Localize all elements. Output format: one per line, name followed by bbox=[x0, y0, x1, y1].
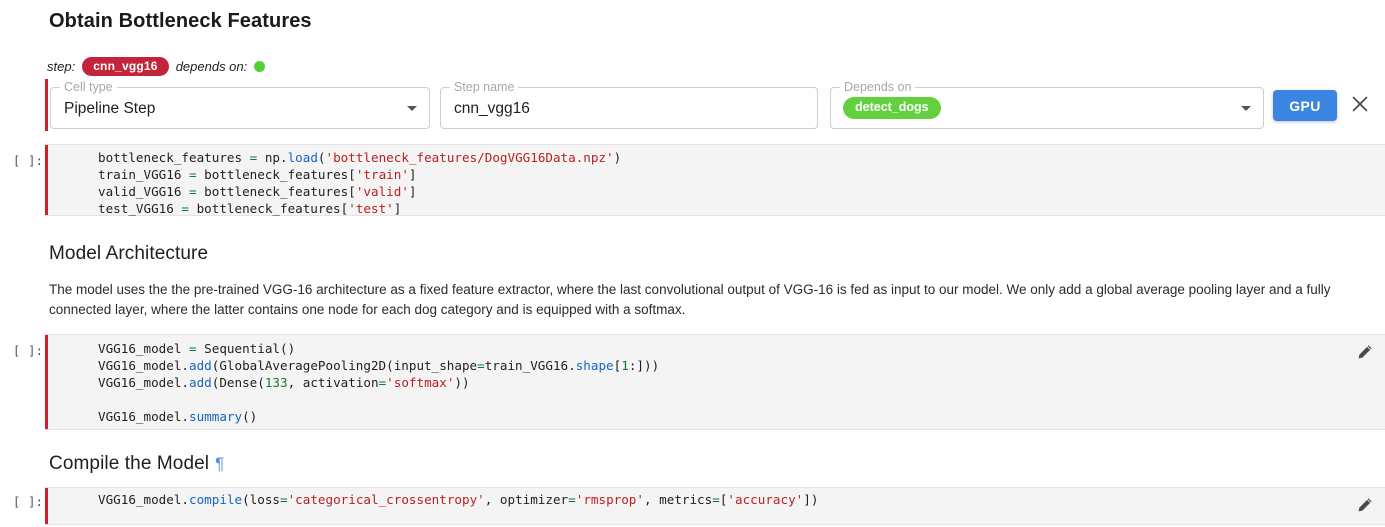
notebook-page: Obtain Bottleneck Features step: cnn_vgg… bbox=[0, 0, 1385, 527]
step-name-label: Step name bbox=[450, 80, 518, 94]
step-name-input[interactable]: Step name cnn_vgg16 bbox=[440, 87, 818, 129]
chevron-down-icon[interactable] bbox=[1241, 106, 1251, 111]
cell-prompt: [ ]: bbox=[3, 343, 43, 358]
step-label: step: bbox=[47, 59, 75, 74]
code-content[interactable]: bottleneck_features = np.load('bottlenec… bbox=[98, 149, 621, 217]
step-meta-row: step: cnn_vgg16 depends on: bbox=[47, 57, 265, 76]
depends-on-chip[interactable]: detect_dogs bbox=[843, 97, 941, 119]
step-name-value: cnn_vgg16 bbox=[454, 98, 530, 119]
code-line: valid_VGG16 = bottleneck_features['valid… bbox=[98, 183, 621, 200]
anchor-pilcrow-icon[interactable]: ¶ bbox=[215, 454, 224, 473]
code-line: VGG16_model.add(Dense(133, activation='s… bbox=[98, 374, 659, 391]
cell-type-label: Cell type bbox=[60, 80, 117, 94]
architecture-description: The model uses the the pre-trained VGG-1… bbox=[49, 280, 1349, 320]
depends-on-select[interactable]: Depends on detect_dogs bbox=[830, 87, 1264, 129]
code-line: VGG16_model.summary() bbox=[98, 408, 659, 425]
edit-pencil-icon[interactable] bbox=[1357, 344, 1373, 360]
section-heading-compile-text: Compile the Model bbox=[49, 453, 209, 474]
code-line: test_VGG16 = bottleneck_features['test'] bbox=[98, 200, 621, 217]
code-line bbox=[98, 391, 659, 408]
code-cell[interactable]: [ ]: VGG16_model.compile(loss='categoric… bbox=[45, 487, 1385, 525]
code-content[interactable]: VGG16_model = Sequential()VGG16_model.ad… bbox=[98, 340, 659, 425]
cell-prompt: [ ]: bbox=[3, 153, 43, 168]
code-line: VGG16_model.add(GlobalAveragePooling2D(i… bbox=[98, 357, 659, 374]
step-name-chip[interactable]: cnn_vgg16 bbox=[82, 57, 169, 76]
close-icon[interactable] bbox=[1350, 94, 1370, 114]
cell-prompt: [ ]: bbox=[3, 494, 43, 509]
chevron-down-icon[interactable] bbox=[407, 106, 417, 111]
edit-pencil-icon[interactable] bbox=[1357, 497, 1373, 513]
page-title: Obtain Bottleneck Features bbox=[49, 10, 312, 33]
code-line: VGG16_model = Sequential() bbox=[98, 340, 659, 357]
code-cell[interactable]: [ ]: VGG16_model = Sequential()VGG16_mod… bbox=[45, 334, 1385, 430]
code-cell[interactable]: [ ]: bottleneck_features = np.load('bott… bbox=[45, 144, 1385, 216]
cell-accent-rail bbox=[45, 79, 48, 131]
code-line: VGG16_model.compile(loss='categorical_cr… bbox=[98, 491, 818, 508]
cell-type-select[interactable]: Cell type Pipeline Step bbox=[50, 87, 430, 129]
code-line: train_VGG16 = bottleneck_features['train… bbox=[98, 166, 621, 183]
section-heading-compile: Compile the Model ¶ bbox=[49, 453, 224, 475]
code-line: bottleneck_features = np.load('bottlenec… bbox=[98, 149, 621, 166]
code-content[interactable]: VGG16_model.compile(loss='categorical_cr… bbox=[98, 491, 818, 508]
gpu-button[interactable]: GPU bbox=[1273, 90, 1337, 121]
section-heading-architecture: Model Architecture bbox=[49, 243, 208, 265]
depends-on-field-label: Depends on bbox=[840, 80, 915, 94]
depends-on-label: depends on: bbox=[176, 59, 248, 74]
cell-type-value: Pipeline Step bbox=[64, 98, 155, 119]
status-dot-green-icon bbox=[254, 61, 265, 72]
